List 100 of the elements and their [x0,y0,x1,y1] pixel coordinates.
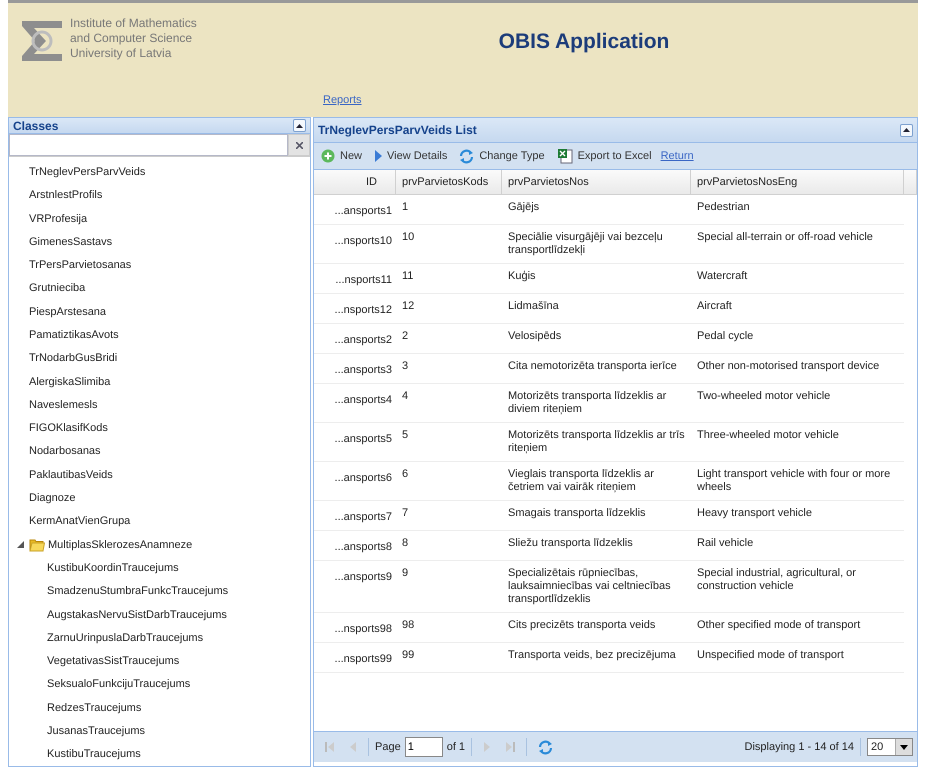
tree-item[interactable]: MultiplasSklerozesAnamneze [48,538,192,551]
table-cell-text: ...ansports9 [334,570,393,585]
table-cell-text: Other non-motorised transport device [696,359,880,374]
tree-item[interactable]: ZarnuUrinpuslaDarbTraucejums [9,632,204,644]
tree-item[interactable]: Nodarbosanas [9,445,101,458]
table-cell-text: ...nsports98 [334,622,393,637]
table-cell-text: Other specified mode of transport [696,618,862,633]
tree-item[interactable]: KustibuKoordinTraucejums [9,562,179,574]
first-page-icon[interactable] [325,741,335,753]
folder-icon [29,538,45,552]
last-page-icon[interactable] [505,741,516,753]
table-cell-text: Special industrial, agricultural, or construction vehicle [696,566,857,594]
table-cell-text: Unspecified mode of transport [696,648,845,663]
plus-icon [321,149,335,163]
page-field[interactable]: 1 [404,737,443,757]
column-header[interactable]: ID [314,170,396,194]
tree-item[interactable]: GimenesSastavs [9,236,112,248]
tree-item[interactable]: RedzesTraucejums [9,702,142,714]
tree-item[interactable]: SmadzenuStumbraFunkcTraucejums [9,585,228,598]
reports-link[interactable]: Reports [323,94,362,106]
table-cell-text: Rail vehicle [696,536,754,551]
tree-item[interactable]: TrNodarbGusBridi [9,352,118,364]
table-cell-text: 2 [401,329,410,344]
caret-up-icon [903,128,910,132]
table-cell-text: Gājējs [507,200,540,215]
filter-field[interactable] [9,134,288,156]
table-cell-text: Vieglais transporta līdzeklis ar četriem vai vairāk riteņiem [507,467,655,495]
tree-item[interactable]: Diagnoze [9,492,76,504]
tree-item[interactable]: Grutnieciba [9,282,86,294]
table-cell-text: Heavy transport vehicle [696,506,813,521]
table-cell-text: Motorizēts transporta līdzeklis ar diviem riteņiem [507,389,668,417]
column-header[interactable]: prvParvietosNosEng [691,170,904,194]
collapse-button[interactable] [900,124,913,136]
panel-title: TrNegIevPersParvVeids List [318,123,477,137]
table-cell-text: Smagais transporta līdzeklis [507,506,647,521]
table-cell-text: Cits precizēts transporta veids [507,618,656,633]
table-cell-text: 8 [401,536,410,551]
tree-item[interactable]: KermAnatVienGrupa [9,515,130,528]
caret-up-icon [296,124,303,128]
app-title: OBIS Application [498,30,670,53]
tree-item[interactable]: PamatiztikasAvots [9,329,119,341]
new-button[interactable]: New [318,147,366,165]
page-count: of 1 [446,741,466,753]
refresh-icon[interactable] [538,740,554,754]
collapse-button[interactable] [293,119,306,132]
tree-item[interactable]: FIGOKlasifKods [9,422,108,434]
table-cell-text: ...ansports3 [334,363,393,378]
tree-item[interactable]: TrPersParvietosanas [9,259,132,272]
column-header[interactable]: prvParvietosNos [502,170,691,194]
view-details-button[interactable]: View Details [371,148,450,164]
export-button[interactable]: Export to Excel [554,146,655,166]
table-cell-text: Transporta veids, bez precizējuma [507,648,677,663]
table-cell-text: ...nsports10 [334,234,393,249]
table-cell-text: ...ansports7 [334,510,393,525]
table-cell-text: 9 [401,566,410,581]
table-cell-text: 1 [401,200,410,215]
table-cell-text: Lidmašīna [507,299,560,314]
tree-item[interactable]: AugstakasNervuSistDarbTraucejums [9,608,227,621]
display-info: Displaying 1 - 14 of 14 [744,741,854,753]
table-cell-text: Pedal cycle [696,329,754,344]
table-cell-text: 11 [401,269,414,284]
table-cell-text: 99 [401,648,416,663]
table-cell-text: ...ansports4 [334,393,393,408]
tree-item[interactable]: TrNeglevPersParvVeids [9,166,146,178]
spreadsheet-icon [556,148,573,164]
table-cell-text: Sliežu transporta līdzeklis [507,536,634,551]
table-cell-text: Motorizēts transporta līdzeklis ar trīs riteņiem [507,428,686,456]
table-cell-text: ...nsports12 [334,303,393,318]
tree-item[interactable]: ArstnlestProfils [9,189,102,202]
tree-item[interactable]: VegetativasSistTraucejums [9,655,180,668]
table-cell-text: ...nsports11 [334,273,393,288]
tree-item[interactable]: JusanasTraucejums [9,725,146,738]
table-cell-text: 5 [401,428,410,443]
clear-button[interactable] [288,134,310,156]
table-cell-text: Two-wheeled motor vehicle [696,389,832,404]
panel-title: Classes [13,118,58,133]
return-link[interactable]: Return [660,150,694,162]
expanded-arrow-icon[interactable] [17,541,24,548]
table-cell-text: 6 [401,467,410,482]
table-cell-text: ...ansports2 [334,333,393,348]
tree-item[interactable]: Naveslemesls [9,398,98,411]
change-type-button[interactable]: Change Type [456,146,548,166]
column-header[interactable]: prvParvietosKods [396,170,502,194]
table-cell-text: 4 [401,389,410,404]
table-cell-text: 3 [401,359,410,374]
table-cell-text: 12 [401,299,416,314]
tree-item[interactable]: PaklautibasVeids [9,468,113,481]
table-cell-text: ...ansports1 [334,204,393,219]
play-icon [374,150,382,162]
tree-item[interactable]: AlergiskaSlimiba [9,376,110,388]
table-cell-text: Velosipēds [507,329,562,344]
tree-item[interactable]: VRProfesija [9,212,88,225]
table-cell-text: Aircraft [696,299,733,314]
table-cell-text: 98 [401,618,416,633]
sigma-logo-icon [20,19,64,63]
tree-item[interactable]: KustibuTraucejums [9,748,141,760]
page-size-select[interactable]: 20 [867,738,913,756]
tree-item[interactable]: SeksualoFunkcijuTraucejums [9,678,190,690]
table-cell-text: Pedestrian [696,200,751,215]
tree-item[interactable]: PiespArstesana [9,306,106,318]
